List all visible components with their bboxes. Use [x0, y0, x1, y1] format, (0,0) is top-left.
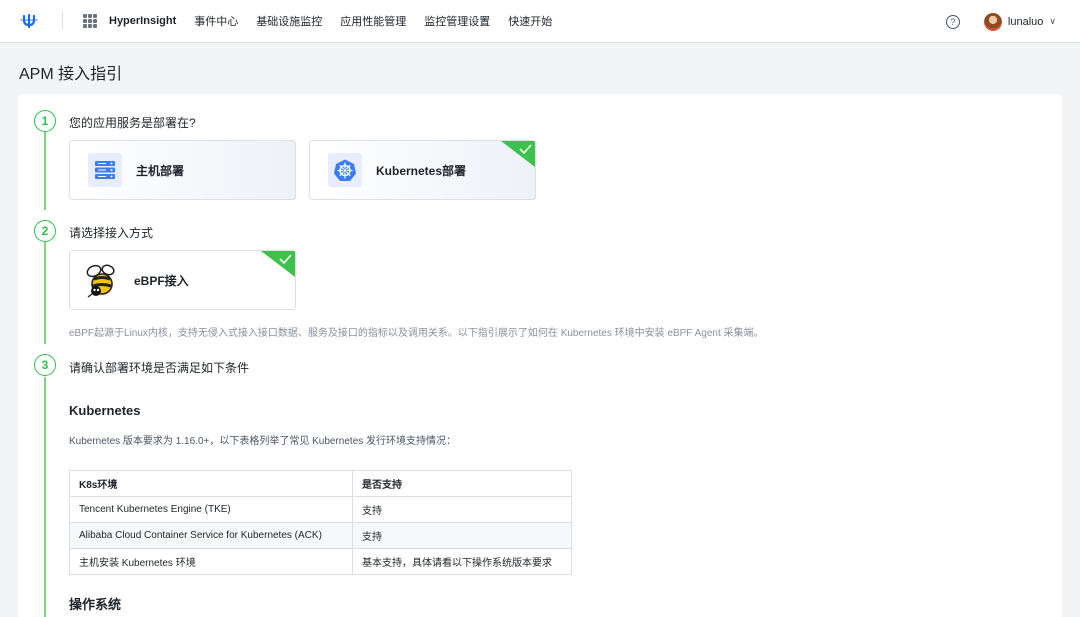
table-cell-support: 基本支持，具体请看以下操作系统版本要求 — [352, 548, 572, 575]
brand-logo-icon[interactable] — [20, 12, 38, 30]
page-title: APM 接入指引 — [19, 66, 123, 83]
kubernetes-deploy-option[interactable]: Kubernetes部署 — [309, 140, 536, 200]
table-cell-env: 主机安装 Kubernetes 环境 — [69, 548, 353, 575]
step-2-line — [44, 242, 46, 344]
step-3-line — [44, 377, 46, 617]
step-3-badge: 3 — [34, 354, 56, 376]
help-icon[interactable]: ? — [945, 14, 960, 29]
table-header-row: K8s环境 是否支持 — [69, 470, 572, 497]
table-row: Alibaba Cloud Container Service for Kube… — [69, 522, 572, 549]
table-cell-env: Tencent Kubernetes Engine (TKE) — [69, 496, 353, 523]
table-row: 主机安装 Kubernetes 环境 基本支持，具体请看以下操作系统版本要求 — [69, 548, 572, 575]
ebpf-access-option[interactable]: eBPF接入 — [69, 250, 296, 310]
table-cell-env: Alibaba Cloud Container Service for Kube… — [69, 522, 353, 549]
nav-item-apm[interactable]: 应用性能管理 — [340, 13, 406, 29]
selected-check-icon — [501, 141, 535, 167]
host-deploy-label: 主机部署 — [136, 163, 185, 178]
nav-item-events[interactable]: 事件中心 — [194, 13, 238, 29]
product-name[interactable]: HyperInsight — [109, 15, 176, 27]
ebpf-access-label: eBPF接入 — [134, 273, 189, 288]
nav-divider — [62, 12, 63, 30]
kubernetes-icon — [328, 153, 362, 187]
apps-grid-icon[interactable] — [83, 14, 97, 28]
chevron-down-icon[interactable]: ∨ — [1049, 16, 1056, 27]
host-deploy-option[interactable]: 主机部署 — [69, 140, 296, 200]
step-2-title: 请选择接入方式 — [69, 226, 154, 240]
bee-icon — [82, 261, 120, 299]
step-2-badge: 2 — [34, 220, 56, 242]
kubernetes-version-desc: Kubernetes 版本要求为 1.16.0+，以下表格列举了常见 Kuber… — [69, 436, 457, 447]
nav-item-settings[interactable]: 监控管理设置 — [424, 13, 490, 29]
avatar[interactable] — [983, 12, 1002, 31]
table-cell-support: 支持 — [352, 496, 572, 523]
top-navbar: HyperInsight 事件中心 基础设施监控 应用性能管理 监控管理设置 快… — [0, 0, 1080, 43]
os-section-title: 操作系统 — [69, 597, 122, 612]
kubernetes-section-title: Kubernetes — [69, 403, 141, 418]
ebpf-description: eBPF起源于Linux内核，支持无侵入式接入接口数据、服务及接口的指标以及调用… — [69, 328, 764, 339]
table-header-env: K8s环境 — [69, 470, 353, 497]
table-cell-support: 支持 — [352, 522, 572, 549]
nav-right: ? lunaluo ∨ — [945, 0, 1056, 43]
step-1-badge: 1 — [34, 110, 56, 132]
step-3-title: 请确认部署环境是否满足如下条件 — [69, 361, 250, 375]
nav-item-quickstart[interactable]: 快速开始 — [508, 13, 552, 29]
nav-item-infra[interactable]: 基础设施监控 — [256, 13, 322, 29]
selected-check-icon — [261, 251, 295, 277]
kubernetes-deploy-label: Kubernetes部署 — [376, 163, 467, 178]
table-row: Tencent Kubernetes Engine (TKE) 支持 — [69, 496, 572, 523]
user-name[interactable]: lunaluo — [1008, 16, 1043, 28]
server-icon — [88, 153, 122, 187]
step-1-title: 您的应用服务是部署在? — [69, 116, 196, 130]
step-1-line — [44, 132, 46, 210]
table-header-support: 是否支持 — [352, 470, 572, 497]
k8s-support-table: K8s环境 是否支持 Tencent Kubernetes Engine (TK… — [69, 470, 572, 575]
